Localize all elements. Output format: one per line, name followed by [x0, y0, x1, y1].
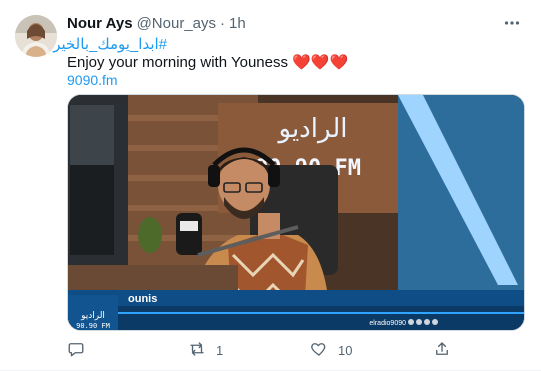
lower-third-handle: elradio9090: [369, 320, 406, 327]
social-dot-4: [432, 319, 438, 325]
social-dot-2: [416, 319, 422, 325]
reply-button[interactable]: [67, 338, 85, 362]
lower-third-logo-freq: 90.90 FM: [76, 322, 110, 330]
sign-arabic-text: الراديو: [277, 114, 348, 144]
share-button[interactable]: [433, 338, 451, 362]
separator-dot: ·: [220, 14, 226, 32]
lower-third-name: ounis: [128, 293, 157, 305]
share-icon: [433, 340, 451, 361]
avatar-image: [15, 15, 57, 57]
user-handle[interactable]: @Nour_ays: [137, 15, 216, 32]
heart-icon: [310, 340, 328, 361]
tweet-actions: 1 10: [67, 338, 525, 362]
radio-studio-scene: الراديو 90.90 FM: [68, 95, 524, 330]
retweet-count: 1: [216, 342, 224, 358]
lower-third-logo-arabic: الراديو: [80, 311, 105, 321]
like-count: 10: [338, 342, 353, 358]
like-button[interactable]: 10: [310, 338, 352, 362]
tweet-text: Enjoy your morning with Youness ❤️❤️❤️: [67, 54, 349, 71]
tweet-header: Nour Ays @Nour_ays · 1h: [67, 13, 246, 33]
display-name[interactable]: Nour Ays: [67, 15, 133, 32]
retweet-icon: [188, 340, 206, 361]
timestamp[interactable]: 1h: [229, 15, 246, 32]
tweet[interactable]: Nour Ays @Nour_ays · 1h #ابدا_يومك_بالخي…: [0, 0, 541, 371]
more-options-icon[interactable]: [503, 14, 521, 32]
avatar[interactable]: [15, 15, 57, 57]
tweet-link[interactable]: 9090.fm: [67, 72, 118, 88]
reply-icon: [67, 340, 85, 361]
social-dot-3: [424, 319, 430, 325]
social-dot-1: [408, 319, 414, 325]
hashtag-link[interactable]: #ابدا_يومك_بالخير: [53, 35, 167, 53]
tweet-media-image[interactable]: الراديو 90.90 FM: [67, 94, 525, 331]
retweet-button[interactable]: 1: [188, 338, 223, 362]
